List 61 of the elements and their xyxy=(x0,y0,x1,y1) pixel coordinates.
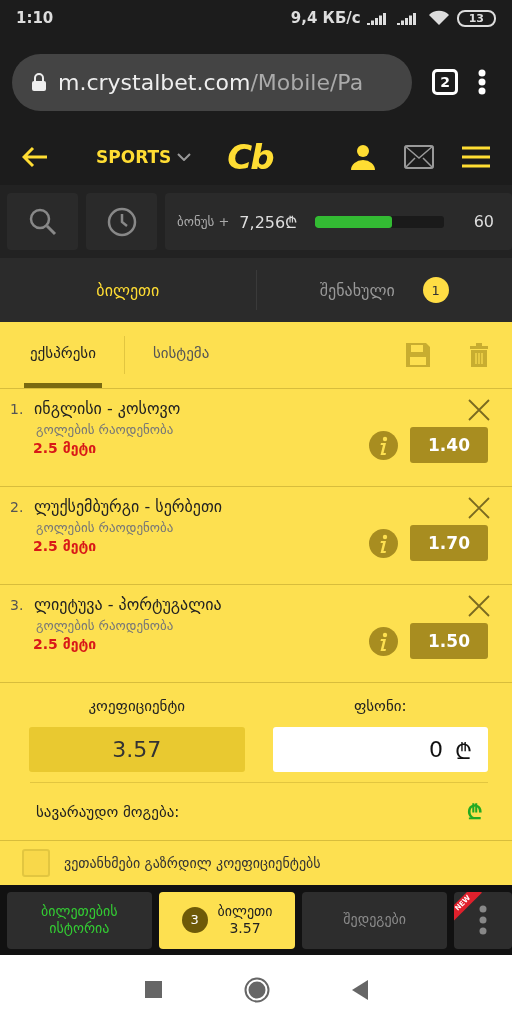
chevron-down-icon xyxy=(177,152,192,161)
menu-icon[interactable] xyxy=(462,145,490,168)
match-name: ინგლისი - კოსოვო xyxy=(34,399,181,418)
mail-icon[interactable] xyxy=(404,144,434,169)
bet-number: 3. xyxy=(10,597,25,613)
slip-summary: ბილეთი 3.57 xyxy=(217,902,273,938)
bonus-target: 60 xyxy=(473,212,494,231)
accept-checkbox[interactable] xyxy=(22,849,50,877)
close-icon[interactable] xyxy=(468,497,490,519)
clock-icon xyxy=(106,206,137,237)
tab-count-button[interactable]: 2 xyxy=(432,69,458,95)
stake-label: ფსონი: xyxy=(352,697,408,715)
accept-label: ვეთანხმები გაზრდილ კოეფიციენტებს xyxy=(64,854,321,872)
count-badge: 1 xyxy=(422,277,449,303)
bonus-amount: 7,256₾ xyxy=(239,211,298,233)
odds-label: კოეფიციენტი xyxy=(87,697,187,715)
total-odds: 3.57 xyxy=(29,727,245,772)
close-icon[interactable] xyxy=(468,399,490,421)
info-icon[interactable] xyxy=(369,626,398,656)
match-name: ლიეტუვა - პორტუგალია xyxy=(34,595,222,614)
battery-indicator: 13 xyxy=(456,9,496,27)
potential-win-label: სავარაუდო მოგება: xyxy=(36,802,180,821)
network-speed: 9,4 КБ/с xyxy=(290,9,361,27)
url-text: m.crystalbet.com/Mobile/Pa xyxy=(58,69,364,95)
recents-icon[interactable] xyxy=(144,981,162,998)
nav-button[interactable]: შედეგები xyxy=(302,891,447,949)
address-bar[interactable]: m.crystalbet.com/Mobile/Pa xyxy=(12,53,412,111)
bet-pick: 2.5 მეტი xyxy=(33,636,98,652)
match-name: ლუქსემბურგი - სერბეთი xyxy=(34,497,223,516)
bet-pick: 2.5 მეტი xyxy=(33,538,98,554)
market-name: გოლების რაოდენობა xyxy=(36,422,175,437)
logo[interactable]: Cb xyxy=(227,136,273,177)
slip-tab[interactable]: შენახული 1 xyxy=(255,270,512,310)
bet-pick: 2.5 მეტი xyxy=(33,440,98,456)
market-name: გოლების რაოდენობა xyxy=(36,618,175,633)
bonus-label: ბონუს + xyxy=(177,214,230,229)
nav-button[interactable]: ბილეთების ისტორია xyxy=(7,891,152,949)
more-icon[interactable] xyxy=(478,69,486,95)
back-icon[interactable] xyxy=(351,979,368,1000)
market-name: გოლების რაოდენობა xyxy=(36,520,175,535)
lock-icon xyxy=(32,73,46,91)
close-icon[interactable] xyxy=(468,595,490,617)
bet-slip-button[interactable]: 3 ბილეთი 3.57 xyxy=(158,891,296,949)
sports-dropdown[interactable]: SPORTS xyxy=(96,146,192,167)
info-icon[interactable] xyxy=(369,528,398,558)
stake-field[interactable]: 0 ₾ xyxy=(272,727,488,772)
more-icon xyxy=(479,905,487,935)
status-time: 1:10 xyxy=(16,9,54,27)
count-badge: 3 xyxy=(181,907,208,933)
search-icon xyxy=(28,207,57,236)
potential-win-value: ₾ xyxy=(467,799,482,825)
bet-type-tab[interactable]: ექსპრესი xyxy=(24,322,102,388)
wifi-icon xyxy=(428,10,449,26)
back-arrow-icon[interactable] xyxy=(22,145,48,168)
bet-number: 2. xyxy=(10,499,25,515)
info-icon[interactable] xyxy=(369,430,398,460)
user-icon[interactable] xyxy=(350,143,376,170)
bet-number: 1. xyxy=(10,401,25,417)
bet-type-tab[interactable]: სისტემა xyxy=(146,322,216,388)
home-icon[interactable] xyxy=(243,976,270,1003)
slip-tab[interactable]: ბილეთი xyxy=(0,270,256,310)
